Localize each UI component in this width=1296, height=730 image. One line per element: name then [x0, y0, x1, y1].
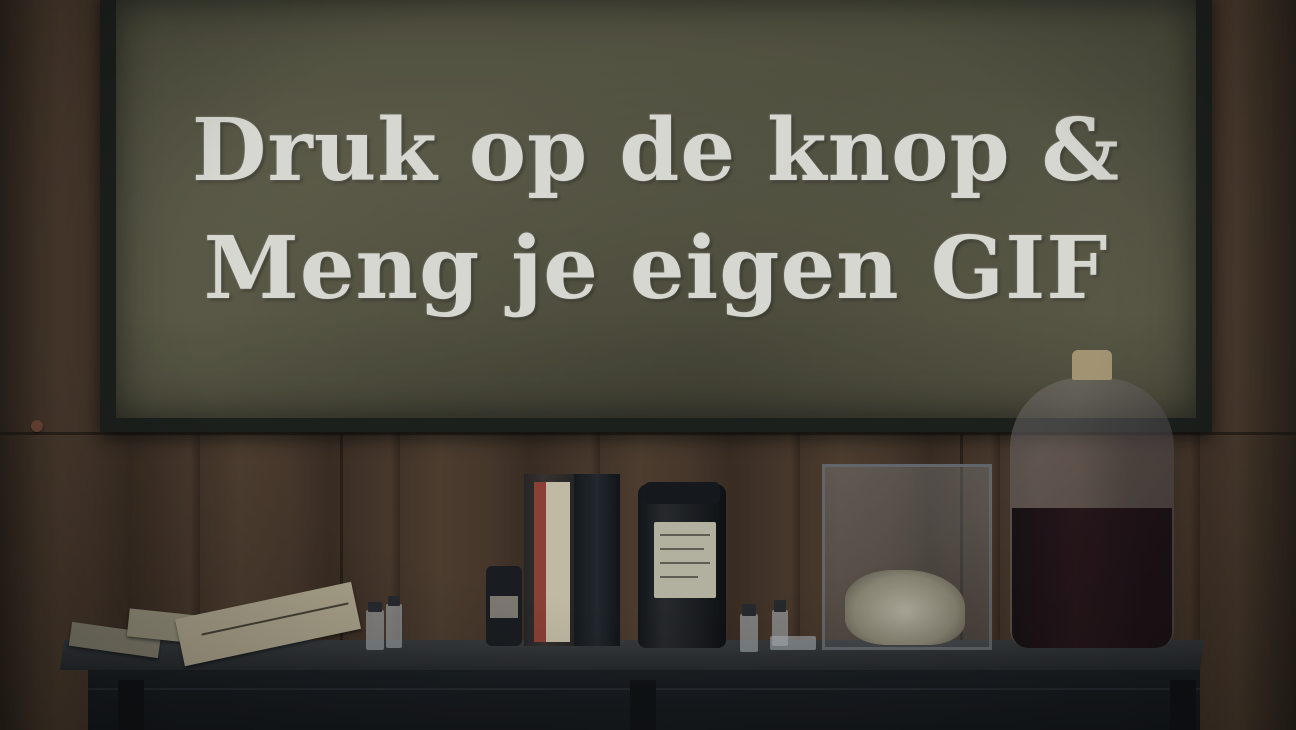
cloth-in-box: [845, 570, 965, 645]
bottle-label: [490, 596, 518, 618]
blackboard-line-1: Druk op de knop &: [191, 100, 1121, 201]
vial-cap: [774, 600, 786, 612]
glass-vial: [366, 610, 384, 650]
shelf-leg: [630, 680, 656, 730]
glass-vial: [740, 614, 758, 652]
jar-label-text-line: [660, 562, 710, 564]
glass-vial: [386, 604, 402, 648]
glass-vial-lying: [770, 636, 816, 650]
jar-label-text-line: [660, 548, 704, 550]
jar-lid: [644, 482, 720, 504]
still-life-scene: Druk op de knop & Meng je eigen GIF: [0, 0, 1296, 730]
vial-cap: [368, 602, 382, 612]
book-page-edge: [534, 482, 546, 642]
bottle-liquid: [1012, 508, 1172, 648]
vial-cap: [742, 604, 756, 616]
blackboard-text: Druk op de knop & Meng je eigen GIF: [116, 92, 1196, 328]
shelf-leg: [118, 680, 144, 730]
vial-cap: [388, 596, 400, 606]
jar-label-text-line: [660, 534, 710, 536]
blackboard-line-2: Meng je eigen GIF: [203, 218, 1109, 319]
shelf-leg: [1170, 680, 1196, 730]
wall-nail: [31, 420, 43, 432]
book-page-edge: [546, 482, 570, 642]
bottle-cork: [1072, 350, 1112, 380]
book-spine: [574, 474, 620, 646]
jar-label-text-line: [660, 576, 698, 578]
